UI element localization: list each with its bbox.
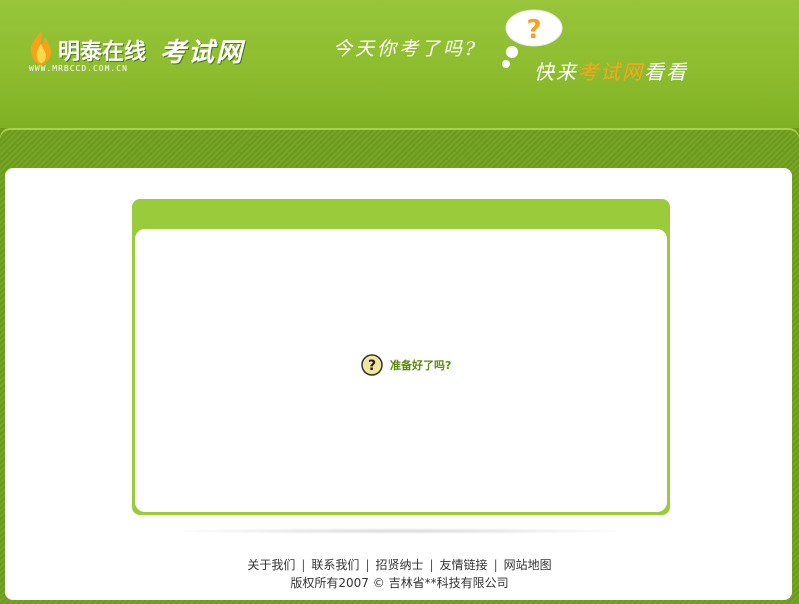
site-logo[interactable]: 明泰在线 考试网 WWW.MRBCCD.COM.CN	[26, 28, 276, 78]
logo-exam-text: 考试网	[160, 38, 245, 68]
footer-links: 关于我们 | 联系我们 | 招贤纳士 | 友情链接 | 网站地图	[0, 556, 799, 573]
footer-link-friends[interactable]: 友情链接	[440, 558, 488, 572]
ready-prompt-text: 准备好了吗?	[390, 359, 452, 372]
header: 明泰在线 考试网 WWW.MRBCCD.COM.CN 今天你考了吗? ? 快来考…	[0, 0, 799, 128]
footer-link-contact[interactable]: 联系我们	[311, 558, 359, 572]
main-panel: ? 准备好了吗?	[132, 199, 670, 515]
flame-icon	[30, 31, 51, 65]
footer-separator: |	[365, 558, 370, 572]
footer-separator: |	[493, 558, 498, 572]
slogan-invite-post: 看看	[644, 60, 688, 84]
footer-separator: |	[301, 558, 306, 572]
footer-link-about[interactable]: 关于我们	[247, 558, 295, 572]
logo-url: WWW.MRBCCD.COM.CN	[29, 64, 128, 73]
svg-text:?: ?	[368, 358, 376, 374]
main-panel-body: ? 准备好了吗?	[135, 229, 667, 512]
logo-brand-text: 明泰在线	[58, 40, 147, 65]
question-mark-icon: ?	[361, 354, 383, 376]
slogan-invite: 快来考试网看看	[534, 56, 688, 85]
slogan-invite-pre: 快来	[534, 60, 578, 84]
footer-link-sitemap[interactable]: 网站地图	[504, 558, 552, 572]
svg-text:?: ?	[526, 15, 541, 45]
copyright-text: 版权所有2007 © 吉林省**科技有限公司	[290, 576, 509, 590]
ready-prompt: ? 准备好了吗?	[361, 353, 451, 377]
slogan-question: 今天你考了吗?	[333, 38, 479, 60]
slogan-invite-highlight: 考试网	[578, 60, 644, 84]
divider-shadow	[165, 528, 635, 534]
footer-separator: |	[429, 558, 434, 572]
footer-link-careers[interactable]: 招贤纳士	[375, 558, 423, 572]
